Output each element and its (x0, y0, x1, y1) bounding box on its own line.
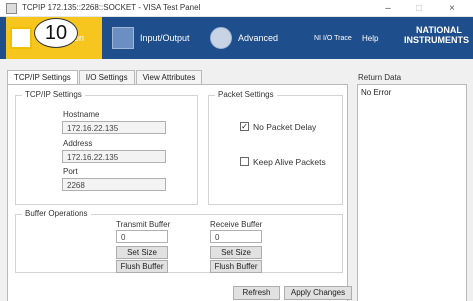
keep-alive-checkbox[interactable] (240, 157, 249, 166)
transmit-set-size-button[interactable]: Set Size (116, 246, 168, 259)
receive-set-size-button[interactable]: Set Size (210, 246, 262, 259)
hostname-label: Hostname (63, 110, 100, 119)
window-title: TCPIP 172.135::2268::SOCKET - VISA Test … (22, 3, 201, 12)
settings-panel: TCP/IP Settings Hostname 172.16.22.135 A… (7, 84, 348, 301)
ni-io-trace-link[interactable]: NI I/O Trace (314, 17, 352, 59)
toolbar-input-output[interactable]: Input/Output (112, 17, 190, 59)
address-label: Address (63, 139, 93, 148)
help-link[interactable]: Help (362, 17, 378, 59)
transmit-buffer-label: Transmit Buffer (116, 220, 171, 229)
minimize-button[interactable]: – (373, 1, 403, 16)
return-data-title: Return Data (358, 73, 402, 82)
main-content: TCP/IP Settings I/O Settings View Attrib… (0, 59, 473, 301)
monitor-icon (112, 27, 134, 49)
port-field[interactable]: 2268 (62, 178, 166, 191)
packet-settings-group: Packet Settings ✓ No Packet Delay Keep A… (208, 90, 343, 205)
buffer-operations-group: Buffer Operations Transmit Buffer 0 Set … (15, 209, 343, 273)
port-label: Port (63, 167, 78, 176)
ni-logo: NATIONAL INSTRUMENTS (404, 25, 469, 45)
receive-flush-button[interactable]: Flush Buffer (210, 260, 262, 273)
title-bar: TCPIP 172.135::2268::SOCKET - VISA Test … (0, 0, 473, 17)
toolbar-advanced[interactable]: Advanced (210, 17, 278, 59)
refresh-button[interactable]: Refresh (233, 286, 280, 300)
address-field[interactable]: 172.16.22.135 (62, 150, 166, 163)
transmit-flush-button[interactable]: Flush Buffer (116, 260, 168, 273)
maximize-button[interactable]: □ (404, 1, 434, 16)
return-data-text: No Error (361, 88, 392, 97)
toolbar-input-output-label: Input/Output (140, 33, 190, 43)
hostname-field[interactable]: 172.16.22.135 (62, 121, 166, 134)
transmit-buffer-field[interactable]: 0 (116, 230, 168, 243)
no-packet-delay-checkbox[interactable]: ✓ (240, 122, 249, 131)
toolbar-advanced-label: Advanced (238, 33, 279, 43)
tab-view-attributes[interactable]: View Attributes (135, 70, 203, 84)
receive-buffer-label: Receive Buffer (210, 220, 263, 229)
step-callout: 10 (34, 18, 78, 48)
tcpip-group-title: TCP/IP Settings (22, 90, 85, 99)
tcpip-settings-group: TCP/IP Settings Hostname 172.16.22.135 A… (15, 90, 198, 205)
configuration-icon (10, 27, 32, 49)
return-data-box[interactable]: No Error (357, 84, 467, 301)
buffer-group-title: Buffer Operations (22, 209, 91, 218)
keep-alive-label: Keep Alive Packets (253, 157, 326, 167)
receive-buffer-field[interactable]: 0 (210, 230, 262, 243)
close-button[interactable]: × (437, 1, 467, 16)
tab-tcpip-settings[interactable]: TCP/IP Settings (7, 70, 78, 85)
no-packet-delay-label: No Packet Delay (253, 122, 317, 132)
app-icon (6, 3, 17, 14)
apply-changes-button[interactable]: Apply Changes (284, 286, 352, 300)
packet-group-title: Packet Settings (215, 90, 277, 99)
settings-tabs: TCP/IP Settings I/O Settings View Attrib… (7, 70, 203, 85)
gear-icon (210, 27, 232, 49)
tab-io-settings[interactable]: I/O Settings (78, 70, 135, 84)
